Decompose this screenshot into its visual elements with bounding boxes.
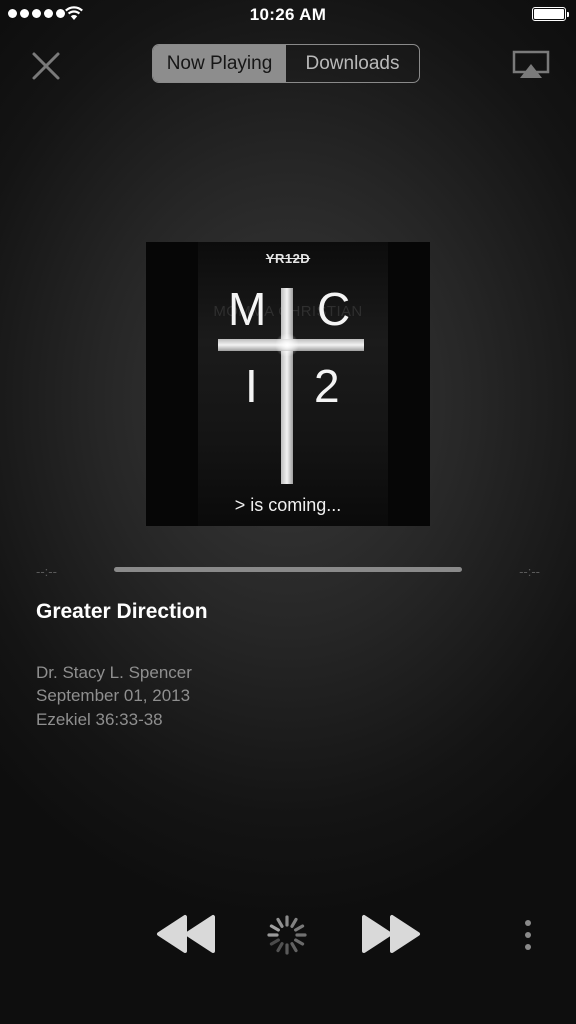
loading-spinner-icon <box>267 915 307 955</box>
elapsed-time: --:-- <box>36 564 57 579</box>
track-date: September 01, 2013 <box>36 686 191 705</box>
remaining-time: --:-- <box>519 564 540 579</box>
progress-slider[interactable] <box>114 567 462 572</box>
artwork-top-label: YR12D <box>265 251 311 266</box>
more-vertical-icon[interactable] <box>518 918 538 952</box>
track-speaker: Dr. Stacy L. Spencer <box>36 663 192 682</box>
rewind-icon[interactable] <box>155 913 217 955</box>
album-artwork: YR12D MOMMA CHRISTIAN M C I 2 > is comin… <box>146 242 430 526</box>
fast-forward-icon[interactable] <box>360 913 422 955</box>
tab-now-playing[interactable]: Now Playing <box>153 45 286 82</box>
track-scripture: Ezekiel 36:33-38 <box>36 710 163 729</box>
cross-glint <box>274 334 300 356</box>
artwork-letter-m: M <box>228 283 267 335</box>
artwork-letter-2: 2 <box>314 360 340 412</box>
status-bar: 10:26 AM <box>0 0 576 30</box>
close-icon[interactable] <box>28 48 64 84</box>
battery-icon <box>532 7 569 21</box>
artwork-letter-i: I <box>245 360 258 412</box>
airplay-icon[interactable] <box>512 50 550 80</box>
artwork-tagline: > is coming... <box>234 495 342 515</box>
cross-vertical-bar <box>281 288 293 484</box>
tab-downloads[interactable]: Downloads <box>286 45 419 82</box>
artwork-letter-c: C <box>317 283 351 335</box>
status-time: 10:26 AM <box>249 5 327 24</box>
track-title: Greater Direction <box>36 600 208 623</box>
segmented-control: Now Playing Downloads <box>152 44 420 83</box>
